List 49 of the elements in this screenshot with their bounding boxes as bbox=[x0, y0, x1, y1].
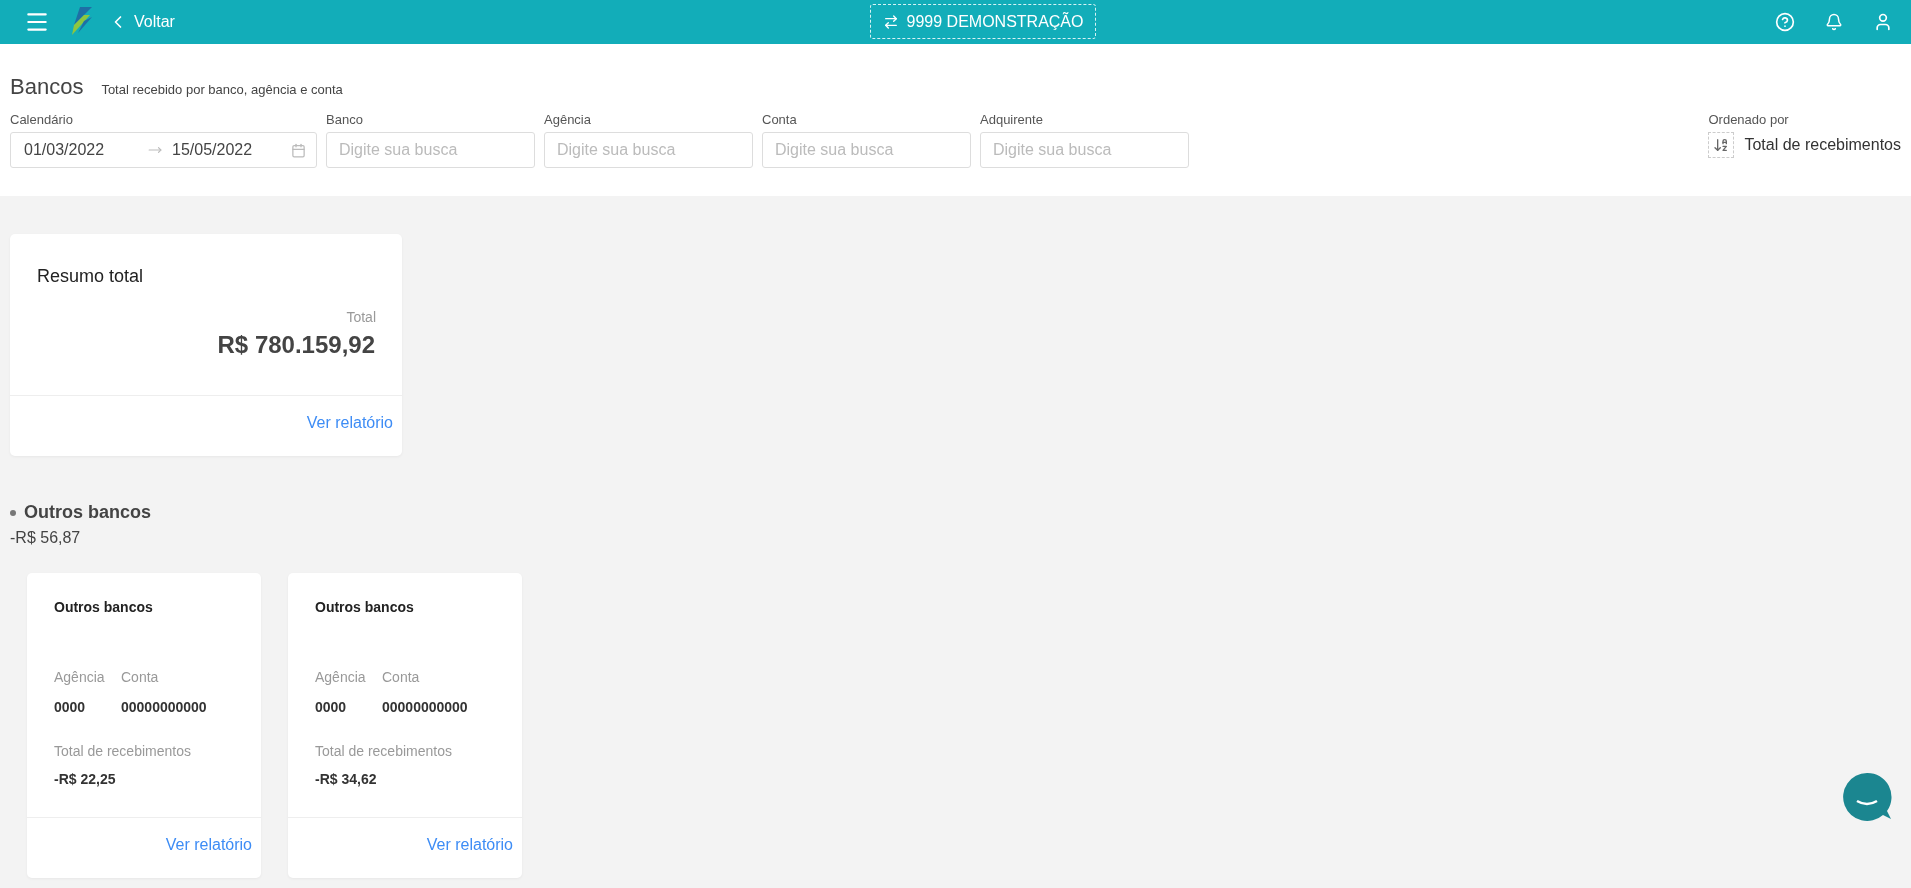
total-label: Total de recebimentos bbox=[315, 743, 453, 759]
report-link[interactable]: Ver relatório bbox=[165, 836, 252, 854]
field-label: Agência bbox=[544, 112, 592, 127]
field-label: Conta bbox=[762, 112, 798, 127]
account-label: Conta bbox=[121, 669, 160, 685]
bank-name: Outros bancos bbox=[54, 599, 154, 615]
account-value: 00000000000 bbox=[382, 699, 469, 715]
agency-value: 0000 bbox=[54, 699, 87, 715]
agency-label: Agência bbox=[54, 669, 106, 685]
swap-arrows-icon bbox=[882, 13, 899, 30]
agency-value: 0000 bbox=[315, 699, 348, 715]
user-icon[interactable] bbox=[1873, 12, 1893, 32]
end-date: 15/05/2022 bbox=[172, 141, 253, 159]
calendar-icon bbox=[291, 142, 306, 158]
page-title: Bancos bbox=[10, 74, 84, 100]
sort-button[interactable]: Total de recebimentos bbox=[1708, 132, 1901, 158]
group-title: Outros bancos bbox=[24, 502, 152, 523]
sort-az-icon bbox=[1713, 137, 1730, 153]
company-switch-button[interactable]: 9999 DEMONSTRAÇÃO bbox=[870, 4, 1096, 39]
agency-label: Agência bbox=[315, 669, 367, 685]
bank-name: Outros bancos bbox=[315, 599, 415, 615]
card-title: Resumo total bbox=[37, 266, 145, 287]
page-subtitle: Total recebido por banco, agência e conta bbox=[101, 82, 343, 97]
bell-icon[interactable] bbox=[1825, 13, 1843, 31]
help-icon[interactable] bbox=[1775, 12, 1795, 32]
search-field[interactable]: Digite sua busca bbox=[326, 132, 535, 168]
account-value: 00000000000 bbox=[121, 699, 208, 715]
total-label: Total de recebimentos bbox=[54, 743, 192, 759]
report-link[interactable]: Ver relatório bbox=[306, 414, 393, 432]
back-link[interactable]: Voltar bbox=[108, 12, 175, 32]
group-total: -R$ 56,87 bbox=[10, 529, 82, 547]
logo-icon bbox=[70, 7, 94, 37]
sort-label: Ordenado por bbox=[1708, 112, 1790, 127]
field-label: Adquirente bbox=[980, 112, 1044, 127]
bullet-icon bbox=[10, 509, 16, 516]
field-label: Calendário bbox=[10, 112, 74, 127]
chat-icon[interactable] bbox=[1841, 771, 1893, 823]
total-value: -R$ 22,25 bbox=[54, 771, 117, 787]
total-label: Total bbox=[346, 309, 376, 325]
field-label: Banco bbox=[326, 112, 364, 127]
search-field[interactable]: Digite sua busca bbox=[980, 132, 1189, 168]
total-value: -R$ 34,62 bbox=[315, 771, 378, 787]
date-range-field[interactable]: 01/03/2022 15/05/2022 bbox=[10, 132, 317, 168]
search-field[interactable]: Digite sua busca bbox=[762, 132, 971, 168]
search-field[interactable]: Digite sua busca bbox=[544, 132, 753, 168]
account-label: Conta bbox=[382, 669, 421, 685]
start-date: 01/03/2022 bbox=[24, 141, 106, 159]
total-value: R$ 780.159,92 bbox=[217, 331, 375, 359]
report-link[interactable]: Ver relatório bbox=[426, 836, 513, 854]
